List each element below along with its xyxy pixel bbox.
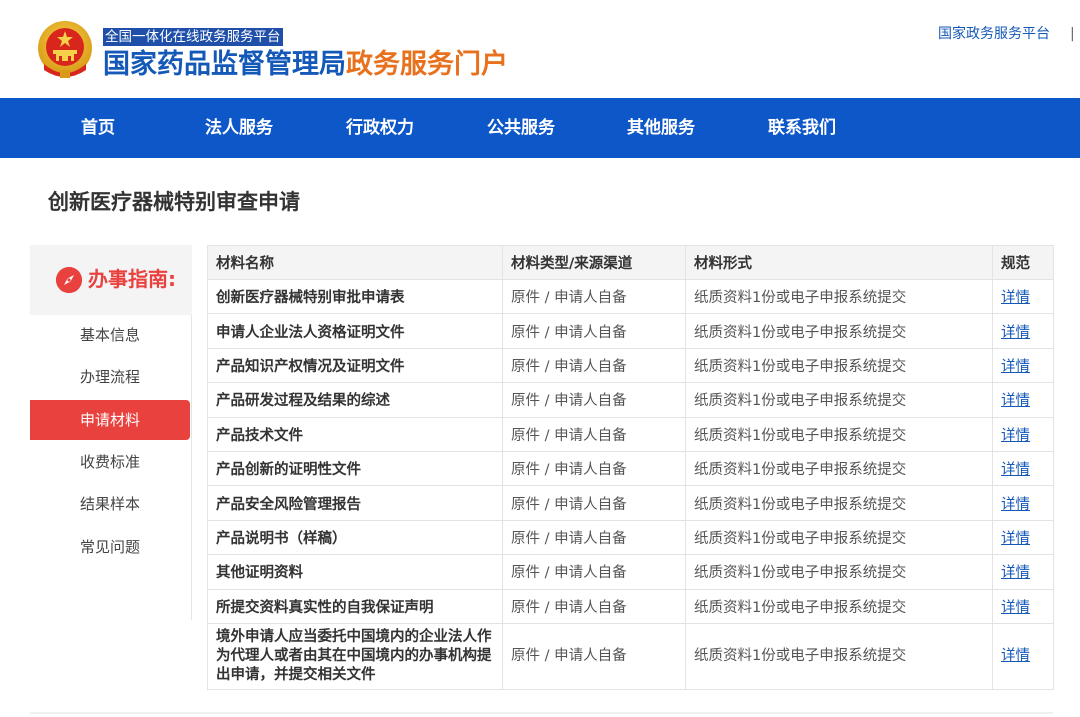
- compass-icon: [56, 267, 82, 293]
- table-row: 产品说明书（样稿） 原件 / 申请人自备 纸质资料1份或电子申报系统提交 详情: [207, 519, 1054, 556]
- table-row: 其他证明资料 原件 / 申请人自备 纸质资料1份或电子申报系统提交 详情: [207, 554, 1054, 590]
- column-header-name: 材料名称: [207, 245, 503, 280]
- material-form: 纸质资料1份或电子申报系统提交: [685, 347, 993, 384]
- sidebar-item-result-sample[interactable]: 结果样本: [30, 484, 190, 524]
- detail-link[interactable]: 详情: [1001, 290, 1030, 306]
- table-row: 产品创新的证明性文件 原件 / 申请人自备 纸质资料1份或电子申报系统提交 详情: [207, 450, 1054, 487]
- material-form: 纸质资料1份或电子申报系统提交: [685, 554, 993, 590]
- material-type: 原件 / 申请人自备: [502, 519, 686, 556]
- table-row: 申请人企业法人资格证明文件 原件 / 申请人自备 纸质资料1份或电子申报系统提交…: [207, 313, 1054, 349]
- material-name: 所提交资料真实性的自我保证声明: [207, 588, 503, 624]
- material-name: 产品说明书（样稿）: [207, 519, 503, 556]
- column-header-spec: 规范: [992, 245, 1054, 280]
- material-form: 纸质资料1份或电子申报系统提交: [685, 416, 993, 452]
- site-title-portal: 政务服务门户: [346, 49, 508, 80]
- material-name: 境外申请人应当委托中国境内的企业法人作为代理人或者由其在中国境内的办事机构提出申…: [207, 622, 503, 690]
- footer-divider: [30, 712, 1053, 714]
- material-name: 产品研发过程及结果的综述: [207, 382, 503, 418]
- detail-link[interactable]: 详情: [1001, 531, 1030, 547]
- platform-tag: 全国一体化在线政务服务平台: [103, 28, 283, 46]
- site-header: 全国一体化在线政务服务平台 国家药品监督管理局政务服务门户 国家政务服务平台 |: [0, 0, 1080, 98]
- material-type: 原件 / 申请人自备: [502, 622, 686, 690]
- material-form: 纸质资料1份或电子申报系统提交: [685, 485, 993, 521]
- national-gov-service-link[interactable]: 国家政务服务平台: [938, 24, 1050, 44]
- materials-table: 材料名称 材料类型/来源渠道 材料形式 规范 创新医疗器械特别审批申请表 原件 …: [207, 245, 1054, 690]
- nav-item-contact-us[interactable]: 联系我们: [768, 98, 836, 158]
- material-form: 纸质资料1份或电子申报系统提交: [685, 622, 993, 690]
- table-header-row: 材料名称 材料类型/来源渠道 材料形式 规范: [207, 245, 1054, 280]
- top-link-separator: |: [1070, 26, 1075, 42]
- material-type: 原件 / 申请人自备: [502, 382, 686, 418]
- material-form: 纸质资料1份或电子申报系统提交: [685, 519, 993, 556]
- table-row: 产品研发过程及结果的综述 原件 / 申请人自备 纸质资料1份或电子申报系统提交 …: [207, 382, 1054, 418]
- guide-header: 办事指南:: [30, 245, 192, 315]
- material-form: 纸质资料1份或电子申报系统提交: [685, 278, 993, 315]
- site-title[interactable]: 国家药品监督管理局政务服务门户: [103, 46, 508, 84]
- material-type: 原件 / 申请人自备: [502, 416, 686, 452]
- material-type: 原件 / 申请人自备: [502, 347, 686, 384]
- sidebar-item-faq[interactable]: 常见问题: [30, 527, 190, 567]
- material-type: 原件 / 申请人自备: [502, 278, 686, 315]
- material-form: 纸质资料1份或电子申报系统提交: [685, 382, 993, 418]
- detail-link[interactable]: 详情: [1001, 428, 1030, 444]
- column-header-form: 材料形式: [685, 245, 993, 280]
- table-row: 境外申请人应当委托中国境内的企业法人作为代理人或者由其在中国境内的办事机构提出申…: [207, 622, 1054, 690]
- guide-sidebar: 办事指南: 基本信息 办理流程 申请材料 收费标准 结果样本 常见问题: [30, 245, 192, 620]
- material-type: 原件 / 申请人自备: [502, 485, 686, 521]
- material-type: 原件 / 申请人自备: [502, 588, 686, 624]
- material-form: 纸质资料1份或电子申报系统提交: [685, 450, 993, 487]
- site-title-agency: 国家药品监督管理局: [103, 49, 346, 80]
- material-form: 纸质资料1份或电子申报系统提交: [685, 313, 993, 349]
- detail-link[interactable]: 详情: [1001, 648, 1030, 664]
- material-type: 原件 / 申请人自备: [502, 313, 686, 349]
- nav-item-other-services[interactable]: 其他服务: [627, 98, 695, 158]
- page-title: 创新医疗器械特别审查申请: [48, 190, 300, 214]
- table-row: 所提交资料真实性的自我保证声明 原件 / 申请人自备 纸质资料1份或电子申报系统…: [207, 588, 1054, 624]
- guide-title: 办事指南:: [88, 267, 176, 291]
- sidebar-item-basic-info[interactable]: 基本信息: [30, 315, 190, 355]
- material-type: 原件 / 申请人自备: [502, 450, 686, 487]
- material-form: 纸质资料1份或电子申报系统提交: [685, 588, 993, 624]
- material-type: 原件 / 申请人自备: [502, 554, 686, 590]
- detail-link[interactable]: 详情: [1001, 325, 1030, 341]
- nav-item-administrative-power[interactable]: 行政权力: [346, 98, 414, 158]
- detail-link[interactable]: 详情: [1001, 497, 1030, 513]
- detail-link[interactable]: 详情: [1001, 600, 1030, 616]
- material-name: 产品安全风险管理报告: [207, 485, 503, 521]
- column-header-type: 材料类型/来源渠道: [502, 245, 686, 280]
- material-name: 产品技术文件: [207, 416, 503, 452]
- sidebar-item-materials[interactable]: 申请材料: [30, 400, 190, 440]
- detail-link[interactable]: 详情: [1001, 462, 1030, 478]
- national-emblem-icon: [36, 20, 94, 82]
- detail-link[interactable]: 详情: [1001, 359, 1030, 375]
- detail-link[interactable]: 详情: [1001, 565, 1030, 581]
- material-name: 创新医疗器械特别审批申请表: [207, 278, 503, 315]
- main-nav: 首页 法人服务 行政权力 公共服务 其他服务 联系我们: [0, 98, 1080, 158]
- nav-item-public-services[interactable]: 公共服务: [487, 98, 555, 158]
- sidebar-item-fees[interactable]: 收费标准: [30, 442, 190, 482]
- sidebar-item-process[interactable]: 办理流程: [30, 357, 190, 397]
- table-row: 创新医疗器械特别审批申请表 原件 / 申请人自备 纸质资料1份或电子申报系统提交…: [207, 278, 1054, 315]
- nav-item-home[interactable]: 首页: [81, 98, 115, 158]
- material-name: 产品知识产权情况及证明文件: [207, 347, 503, 384]
- material-name: 其他证明资料: [207, 554, 503, 590]
- material-name: 申请人企业法人资格证明文件: [207, 313, 503, 349]
- material-name: 产品创新的证明性文件: [207, 450, 503, 487]
- nav-item-legal-person-services[interactable]: 法人服务: [205, 98, 273, 158]
- table-row: 产品知识产权情况及证明文件 原件 / 申请人自备 纸质资料1份或电子申报系统提交…: [207, 347, 1054, 384]
- table-row: 产品技术文件 原件 / 申请人自备 纸质资料1份或电子申报系统提交 详情: [207, 416, 1054, 452]
- detail-link[interactable]: 详情: [1001, 393, 1030, 409]
- table-row: 产品安全风险管理报告 原件 / 申请人自备 纸质资料1份或电子申报系统提交 详情: [207, 485, 1054, 521]
